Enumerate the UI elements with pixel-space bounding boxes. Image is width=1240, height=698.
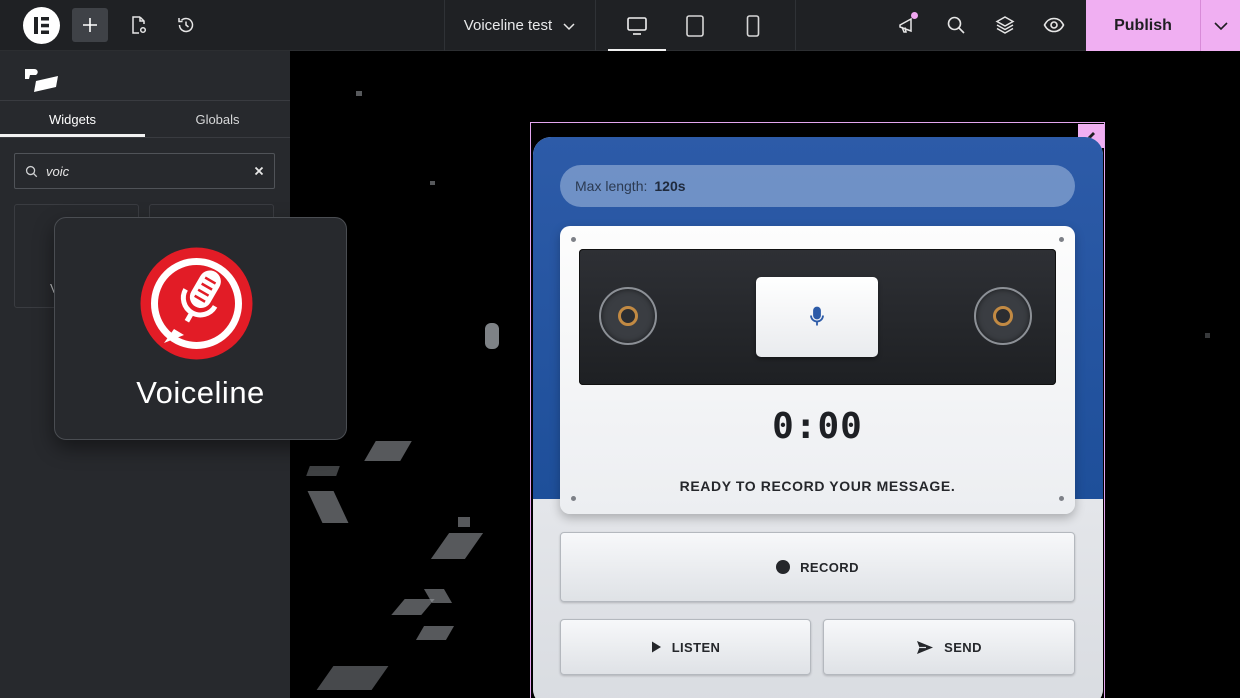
background-shard <box>306 466 340 476</box>
max-length-value: 120s <box>654 178 686 194</box>
widget-search-field[interactable] <box>14 153 275 189</box>
send-icon <box>917 640 934 654</box>
tablet-icon <box>686 14 704 37</box>
microphone-icon <box>810 306 824 326</box>
background-shard <box>430 181 435 185</box>
send-button[interactable]: SEND <box>823 619 1075 675</box>
send-label: SEND <box>944 639 982 655</box>
publish-options-button[interactable] <box>1200 0 1240 51</box>
publish-button[interactable]: Publish <box>1086 0 1200 51</box>
notification-dot <box>911 12 918 19</box>
background-shard <box>316 666 389 690</box>
listen-button[interactable]: LISTEN <box>560 619 811 675</box>
tape-reel-right <box>974 287 1032 345</box>
record-button[interactable]: RECORD <box>560 532 1075 602</box>
dragging-widget-label: Voiceline <box>136 375 265 410</box>
play-icon <box>651 641 661 653</box>
chevron-down-icon <box>563 22 575 30</box>
tab-globals[interactable]: Globals <box>145 101 290 137</box>
document-title-dropdown[interactable]: Voiceline test <box>446 0 594 51</box>
max-length-label: Max length: <box>575 178 648 194</box>
record-label: RECORD <box>800 559 859 575</box>
tab-globals-label: Globals <box>195 111 240 127</box>
publish-label: Publish <box>1114 16 1172 34</box>
tab-widgets[interactable]: Widgets <box>0 101 145 137</box>
device-desktop-button[interactable] <box>608 0 666 51</box>
background-shard <box>485 323 499 349</box>
recording-timer: 0:00 <box>772 406 863 447</box>
desktop-icon <box>627 16 647 35</box>
history-button[interactable] <box>168 8 204 42</box>
background-shard <box>458 517 470 527</box>
voiceline-widget: Max length: 120s 0:00 READY TO RECORD YO… <box>533 137 1103 698</box>
screw-icon <box>1059 237 1064 242</box>
screw-icon <box>571 237 576 242</box>
chevron-down-icon <box>1213 21 1228 30</box>
background-shard <box>356 91 362 96</box>
notifications-button[interactable] <box>889 8 925 42</box>
background-shard <box>430 533 484 559</box>
pro-radio-logo <box>22 65 62 95</box>
max-length-pill: Max length: 120s <box>560 165 1075 207</box>
voiceline-mic-icon <box>138 245 255 362</box>
listen-label: LISTEN <box>671 639 721 655</box>
background-shard <box>415 626 455 640</box>
device-mobile-button[interactable] <box>724 0 782 51</box>
search-icon <box>947 16 965 34</box>
close-icon <box>254 166 264 176</box>
editor-topbar: Voiceline test Publish <box>0 0 1240 51</box>
structure-button[interactable] <box>987 8 1023 42</box>
dragging-widget-card[interactable]: Voiceline <box>54 217 347 440</box>
preview-button[interactable] <box>1036 8 1072 42</box>
screw-icon <box>1059 496 1064 501</box>
eye-icon <box>1043 17 1065 33</box>
screw-icon <box>571 496 576 501</box>
elementor-logo-icon[interactable] <box>23 7 60 44</box>
status-message: READY TO RECORD YOUR MESSAGE. <box>679 478 956 494</box>
history-icon <box>178 17 194 33</box>
page-settings-icon <box>132 16 147 34</box>
add-element-button[interactable] <box>72 8 108 42</box>
layers-icon <box>995 16 1015 34</box>
widget-search-input[interactable] <box>38 163 244 179</box>
tape-deck <box>579 249 1056 385</box>
page-settings-button[interactable] <box>120 8 156 42</box>
clear-search-button[interactable] <box>244 154 274 188</box>
search-button[interactable] <box>938 8 974 42</box>
background-shard <box>364 441 412 461</box>
background-shard <box>1205 333 1210 338</box>
search-icon <box>25 165 38 177</box>
microphone-button[interactable] <box>756 277 878 357</box>
background-shard <box>307 491 349 523</box>
recorder-panel: 0:00 READY TO RECORD YOUR MESSAGE. <box>560 226 1075 514</box>
divider <box>444 0 445 51</box>
divider <box>795 0 796 51</box>
divider <box>0 137 290 138</box>
record-dot-icon <box>776 560 791 574</box>
divider <box>595 0 596 51</box>
plus-icon <box>83 18 97 32</box>
tape-reel-left <box>599 287 657 345</box>
device-tablet-button[interactable] <box>666 0 724 51</box>
tab-widgets-label: Widgets <box>49 111 96 127</box>
background-shard <box>391 599 435 615</box>
document-title: Voiceline test <box>463 17 553 34</box>
mobile-icon <box>746 14 760 37</box>
